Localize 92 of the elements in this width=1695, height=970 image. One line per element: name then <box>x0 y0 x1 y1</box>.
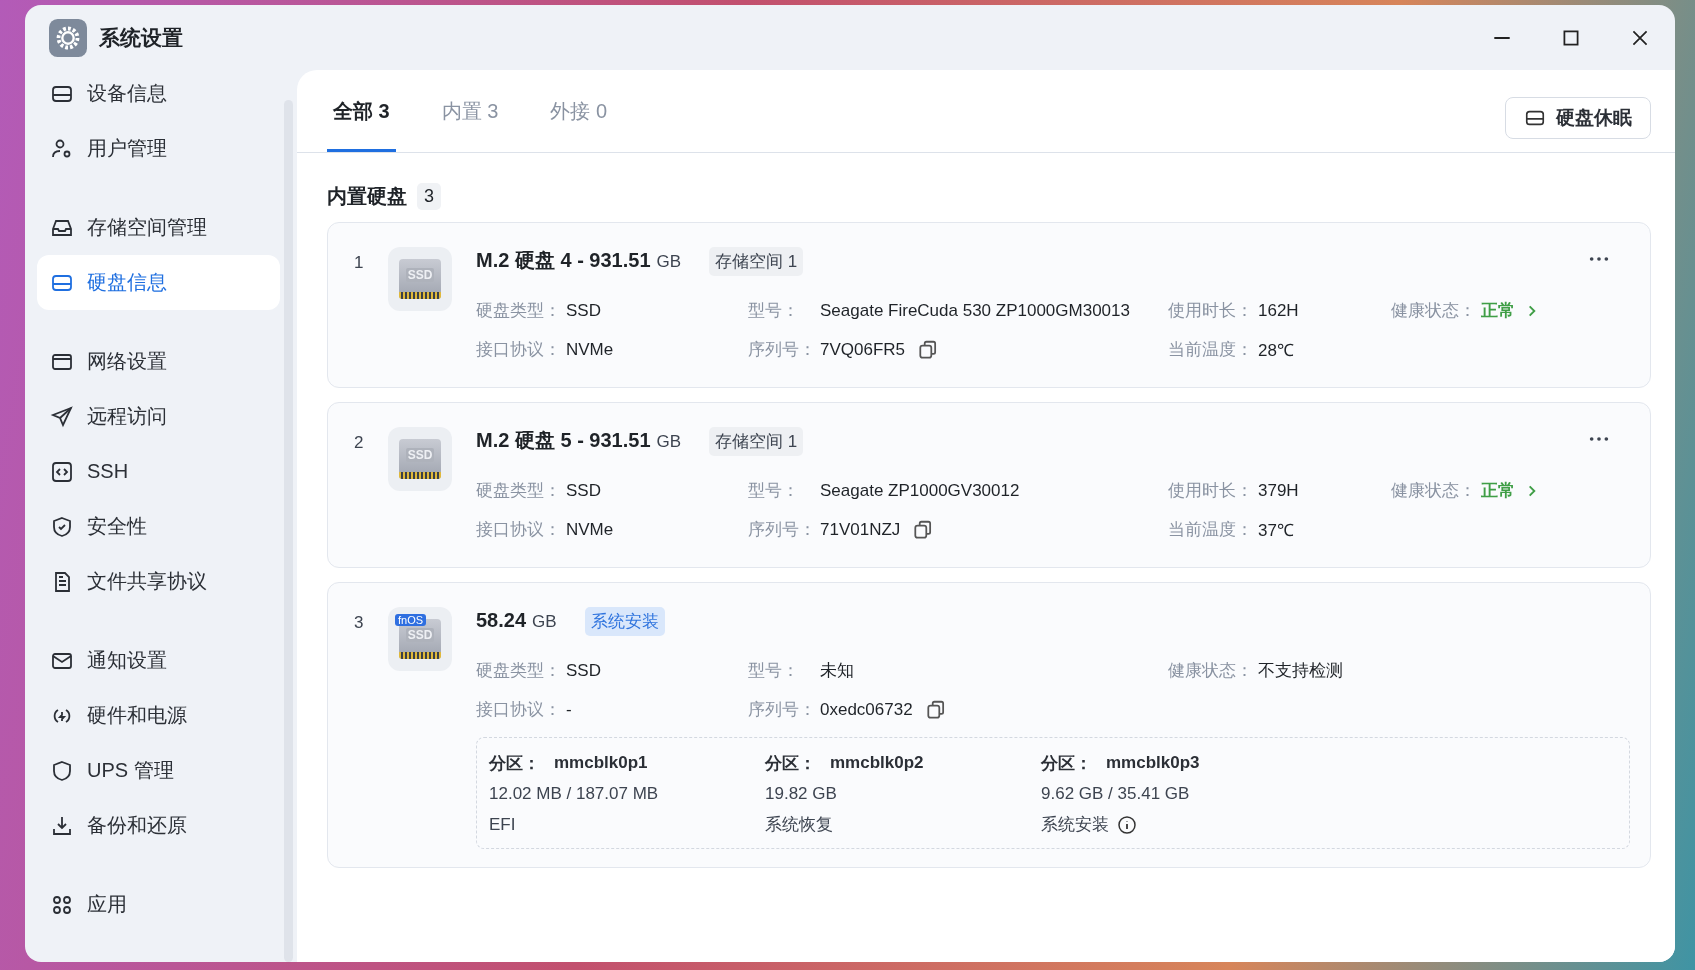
sidebar-item[interactable]: 通知设置 <box>37 633 280 688</box>
sidebar-item[interactable]: 备份和还原 <box>37 798 280 853</box>
code-icon <box>50 459 74 484</box>
field-value: 0xedc06732 <box>820 699 913 720</box>
field-value: 不支持检测 <box>1258 660 1343 682</box>
field-value: SSD <box>566 300 601 321</box>
disk-name: M.2 硬盘 4 - 931.51 <box>476 248 651 273</box>
field-label: 接口协议： <box>476 699 562 721</box>
disk-number: 1 <box>354 252 365 274</box>
field-value: 37℃ <box>1258 520 1294 541</box>
field-label: 序列号： <box>748 339 817 361</box>
disk-tag: 存储空间 1 <box>709 427 804 456</box>
shield-icon <box>50 758 74 783</box>
field-label: 当前温度： <box>1168 519 1254 541</box>
field-label: 型号： <box>748 480 800 502</box>
ssd-icon: SSD <box>399 259 441 299</box>
sidebar-item[interactable]: 网络设置 <box>37 334 280 389</box>
partition-purpose: 系统恢复 <box>765 814 833 836</box>
section-title: 内置硬盘 <box>327 184 407 209</box>
disk-number: 2 <box>354 432 365 454</box>
sidebar-item[interactable]: 存储空间管理 <box>37 200 280 255</box>
partition-name: mmcblk0p3 <box>1106 753 1200 773</box>
tab[interactable]: 全部 3 <box>327 98 396 152</box>
field-label: 型号： <box>748 660 800 682</box>
partition-purpose: 系统安装 <box>1041 814 1109 836</box>
partition-label: 分区： <box>489 752 540 775</box>
scrollbar[interactable] <box>284 100 293 962</box>
sidebar-item[interactable]: 远程访问 <box>37 389 280 444</box>
partition-label: 分区： <box>1041 752 1092 775</box>
partition-name: mmcblk0p1 <box>554 753 648 773</box>
sidebar-item[interactable]: 用户管理 <box>37 121 280 176</box>
paper-plane-icon <box>50 404 74 429</box>
disk-tag: 系统安装 <box>584 607 665 636</box>
ssd-icon: SSD <box>399 439 441 479</box>
disk-name: M.2 硬盘 5 - 931.51 <box>476 428 651 453</box>
partition-size: 12.02 MB / 187.07 MB <box>489 782 660 805</box>
field-value: Seagate ZP1000GV30012 <box>820 480 1020 501</box>
field-value: NVMe <box>566 339 614 360</box>
field-value: SSD <box>566 480 601 501</box>
shield-icon <box>50 514 74 539</box>
disk-unit: GB <box>532 612 557 632</box>
field-label: 硬盘类型： <box>476 480 562 502</box>
field-label: 健康状态： <box>1391 300 1477 322</box>
sidebar-item[interactable]: 安全性 <box>37 499 280 554</box>
sidebar-item[interactable]: 文件共享协议 <box>37 554 280 609</box>
info-icon[interactable] <box>1117 814 1137 835</box>
disk-tag: 存储空间 1 <box>709 247 804 276</box>
partition-label: 分区： <box>765 752 816 775</box>
field-value: SSD <box>566 660 601 681</box>
field-label: 硬盘类型： <box>476 300 562 322</box>
sidebar-item[interactable]: 设备信息 <box>37 66 280 121</box>
field-label: 序列号： <box>748 699 817 721</box>
sidebar-item[interactable]: UPS 管理 <box>37 743 280 798</box>
more-icon[interactable] <box>1588 435 1610 443</box>
disk-sleep-button[interactable]: 硬盘休眠 <box>1505 97 1651 139</box>
field-label: 接口协议： <box>476 519 562 541</box>
field-value: 162H <box>1258 300 1299 321</box>
sidebar-item[interactable]: 硬盘信息 <box>37 255 280 310</box>
disk-unit: GB <box>656 432 682 452</box>
field-value: 未知 <box>820 660 854 682</box>
field-value: - <box>566 699 572 720</box>
disk-name: 58.24 <box>476 609 527 632</box>
partition-purpose: EFI <box>489 814 516 835</box>
partition-size: 19.82 GB <box>765 782 838 805</box>
count-badge: 3 <box>417 183 441 210</box>
field-label: 健康状态： <box>1168 660 1254 682</box>
disk-unit: GB <box>656 252 682 272</box>
field-label: 硬盘类型： <box>476 660 562 682</box>
field-label: 当前温度： <box>1168 339 1254 361</box>
sidebar-item[interactable]: 硬件和电源 <box>37 688 280 743</box>
field-label: 健康状态： <box>1391 480 1477 502</box>
field-label: 序列号： <box>748 519 817 541</box>
gear-icon <box>49 18 87 57</box>
field-label: 型号： <box>748 300 800 322</box>
field-value: NVMe <box>566 519 614 540</box>
field-label: 使用时长： <box>1168 480 1254 502</box>
field-value: 379H <box>1258 480 1299 501</box>
window-title: 系统设置 <box>99 24 183 51</box>
sidebar-item[interactable]: SSH <box>37 444 280 499</box>
field-value: 7VQ06FR5 <box>820 339 906 360</box>
partition-size: 9.62 GB / 35.41 GB <box>1041 782 1191 805</box>
sidebar-item[interactable]: 应用 <box>37 877 280 932</box>
field-label: 使用时长： <box>1168 300 1254 322</box>
partition-name: mmcblk0p2 <box>830 753 924 773</box>
field-value: 71V01NZJ <box>820 519 901 540</box>
os-badge: fnOS <box>395 614 427 626</box>
disk-number: 3 <box>354 612 365 634</box>
field-value: Seagate FireCuda 530 ZP1000GM30013 <box>820 300 1130 321</box>
copy-icon[interactable] <box>924 698 947 721</box>
field-label: 接口协议： <box>476 339 562 361</box>
more-icon[interactable] <box>1588 255 1610 263</box>
field-value: 28℃ <box>1258 340 1294 361</box>
